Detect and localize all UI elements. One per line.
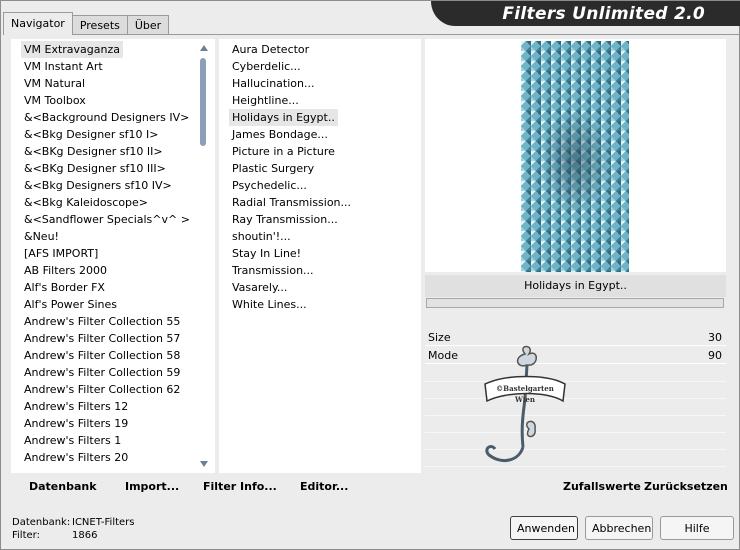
category-list-item[interactable]: Andrew's Filter Collection 59 xyxy=(21,364,183,381)
watermark-line-2: Wien xyxy=(514,395,535,404)
category-list-item[interactable]: &<Bkg Kaleidoscope> xyxy=(21,194,151,211)
category-list-item[interactable]: VM Extravaganza xyxy=(21,41,124,58)
category-list-item[interactable]: [AFS IMPORT] xyxy=(21,245,101,262)
category-list-item[interactable]: VM Natural xyxy=(21,75,88,92)
filters-unlimited-dialog: Filters Unlimited 2.0 Navigator Presets … xyxy=(0,0,740,550)
progress-bar xyxy=(426,298,724,308)
empty-parameter-row xyxy=(425,383,726,399)
title-banner: Filters Unlimited 2.0 xyxy=(431,1,740,26)
watermark-logo: ©Bastelgarten Wien xyxy=(484,345,566,463)
empty-parameter-row xyxy=(425,417,726,433)
category-list-item[interactable]: &<Bkg Designers sf10 IV> xyxy=(21,177,175,194)
database-button[interactable]: Datenbank xyxy=(29,479,97,495)
preview-area xyxy=(425,39,726,272)
status-area: Datenbank: ICNET-Filters Filter: 1866 xyxy=(12,516,135,542)
reset-button[interactable]: Zurücksetzen xyxy=(644,479,728,495)
filter-list-item[interactable]: Vasarely... xyxy=(229,279,290,296)
scroll-up-arrow-icon[interactable] xyxy=(200,45,208,51)
empty-parameter-row xyxy=(425,434,726,450)
filter-list-item[interactable]: Holidays in Egypt.. xyxy=(229,109,338,126)
category-scrollbar[interactable] xyxy=(197,41,211,471)
filter-list-item[interactable]: White Lines... xyxy=(229,296,310,313)
parameter-slider-row[interactable]: Mode 90 xyxy=(425,347,726,364)
filter-list-item[interactable]: Aura Detector xyxy=(229,41,312,58)
help-button[interactable]: Hilfe xyxy=(660,516,734,540)
tab-divider xyxy=(3,34,739,35)
category-list-item[interactable]: Andrew's Filter Collection 62 xyxy=(21,381,183,398)
category-list-item[interactable]: &<Background Designers IV> xyxy=(21,109,192,126)
database-status-value: ICNET-Filters xyxy=(72,517,135,528)
randomize-button[interactable]: Zufallswerte xyxy=(563,479,641,495)
parameter-value: 30 xyxy=(708,331,722,344)
filter-list-item[interactable]: Ray Transmission... xyxy=(229,211,341,228)
category-list-item[interactable]: &Neu! xyxy=(21,228,62,245)
filter-count-value: 1866 xyxy=(72,530,98,541)
app-title: Filters Unlimited 2.0 xyxy=(502,4,705,24)
category-list-item[interactable]: &<Bkg Designer sf10 I> xyxy=(21,126,162,143)
scroll-down-arrow-icon[interactable] xyxy=(200,461,208,467)
category-list-item[interactable]: Andrew's Filters 1 xyxy=(21,432,124,449)
filter-list-item[interactable]: James Bondage... xyxy=(229,126,331,143)
category-list-item[interactable]: Andrew's Filters 12 xyxy=(21,398,131,415)
tab-bar: Navigator Presets Über xyxy=(3,12,170,35)
category-list-item[interactable]: Andrew's Filters 19 xyxy=(21,415,131,432)
filter-list-item[interactable]: Picture in a Picture xyxy=(229,143,338,160)
category-list-item[interactable]: &<Sandflower Specials^v^ > xyxy=(21,211,193,228)
category-list-panel: VM Extravaganza VM Instant Art VM Natural V… xyxy=(11,39,215,473)
tab-about[interactable]: Über xyxy=(126,15,170,34)
category-list-item[interactable]: Alf's Border FX xyxy=(21,279,108,296)
filter-list-item[interactable]: Cyberdelic... xyxy=(229,58,304,75)
preview-image xyxy=(521,41,629,272)
apply-button[interactable]: Anwenden xyxy=(510,516,578,540)
parameter-name: Size xyxy=(428,331,451,344)
import-button[interactable]: Import... xyxy=(125,479,179,495)
category-list-item[interactable]: VM Instant Art xyxy=(21,58,106,75)
tab-presets[interactable]: Presets xyxy=(71,15,128,34)
category-list-item[interactable]: &<BKg Designer sf10 II> xyxy=(21,143,166,160)
category-list-item[interactable]: Alf's Power Sines xyxy=(21,296,120,313)
filter-list-item[interactable]: Plastic Surgery xyxy=(229,160,317,177)
parameter-name: Mode xyxy=(428,349,458,362)
parameter-value: 90 xyxy=(708,349,722,362)
scroll-thumb[interactable] xyxy=(200,58,206,146)
filter-list-panel: Aura Detector Cyberdelic... Hallucination.… xyxy=(219,39,421,473)
parameter-slider-row[interactable]: Size 30 xyxy=(425,329,726,346)
empty-parameter-row xyxy=(425,451,726,467)
preview-filter-name: Holidays in Egypt.. xyxy=(425,275,726,297)
category-list-item[interactable]: VM Toolbox xyxy=(21,92,89,109)
filter-info-button[interactable]: Filter Info... xyxy=(203,479,277,495)
filter-count-label: Filter: xyxy=(12,530,40,541)
filter-list-item[interactable]: Transmission... xyxy=(229,262,317,279)
filter-list-item[interactable]: Radial Transmission... xyxy=(229,194,354,211)
category-list-item[interactable]: &<BKg Designer sf10 III> xyxy=(21,160,169,177)
tab-navigator[interactable]: Navigator xyxy=(3,12,73,35)
database-status-label: Datenbank: xyxy=(12,517,71,528)
editor-button[interactable]: Editor... xyxy=(300,479,348,495)
preview-panel: Holidays in Egypt.. Size 30 Mode 90 ©Bastel… xyxy=(425,39,726,473)
filter-list-item[interactable]: Hallucination... xyxy=(229,75,317,92)
empty-parameter-row xyxy=(425,366,726,382)
filter-list[interactable]: Aura Detector Cyberdelic... Hallucination.… xyxy=(219,39,421,473)
filter-list-item[interactable]: Stay In Line! xyxy=(229,245,304,262)
cancel-button[interactable]: Abbrechen xyxy=(585,516,653,540)
category-list-item[interactable]: Andrew's Filter Collection 57 xyxy=(21,330,183,347)
category-list-item[interactable]: AB Filters 2000 xyxy=(21,262,110,279)
watermark-line-1: ©Bastelgarten xyxy=(496,384,554,393)
filter-list-item[interactable]: Psychedelic... xyxy=(229,177,310,194)
empty-parameter-row xyxy=(425,400,726,416)
filter-list-item[interactable]: shoutin'!... xyxy=(229,228,294,245)
filter-list-item[interactable]: Heightline... xyxy=(229,92,302,109)
category-list-item[interactable]: Andrew's Filter Collection 58 xyxy=(21,347,183,364)
category-list-item[interactable]: Andrew's Filters 20 xyxy=(21,449,131,466)
category-list-item[interactable]: Andrew's Filter Collection 55 xyxy=(21,313,183,330)
category-list[interactable]: VM Extravaganza VM Instant Art VM Natural V… xyxy=(11,39,215,473)
